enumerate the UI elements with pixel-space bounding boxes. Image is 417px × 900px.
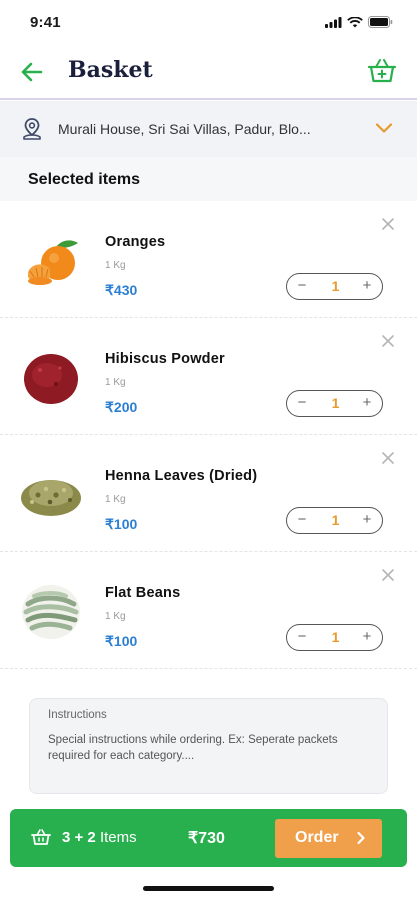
signal-icon	[325, 16, 342, 28]
item-name: Henna Leaves (Dried)	[105, 468, 258, 484]
quantity-stepper: − 1 +	[286, 273, 383, 300]
quantity-value: 1	[331, 395, 340, 411]
orange-image	[28, 240, 78, 285]
quantity-stepper: − 1 +	[286, 390, 383, 417]
increase-button[interactable]: +	[352, 508, 382, 533]
address-selector[interactable]: Murali House, Sri Sai Villas, Padur, Blo…	[0, 101, 417, 157]
item-unit: 1 Kg	[105, 494, 126, 505]
decrease-button[interactable]: −	[287, 391, 317, 416]
close-icon[interactable]	[381, 334, 395, 348]
quantity-value: 1	[331, 629, 340, 645]
section-title: Selected items	[28, 171, 141, 188]
decrease-button[interactable]: −	[287, 508, 317, 533]
item-price: ₹100	[105, 633, 138, 649]
close-icon[interactable]	[381, 217, 395, 231]
quantity-value: 1	[331, 278, 340, 294]
decrease-button[interactable]: −	[287, 625, 317, 650]
quantity-value: 1	[331, 512, 340, 528]
basket-item: Henna Leaves (Dried) 1 Kg ₹100 − 1 +	[0, 435, 417, 552]
increase-button[interactable]: +	[352, 625, 382, 650]
basket-item: Oranges 1 Kg ₹430 − 1 +	[0, 201, 417, 318]
page-title: Basket	[68, 57, 153, 83]
wifi-icon	[347, 16, 363, 27]
close-icon[interactable]	[381, 568, 395, 582]
instructions-field[interactable]: Instructions Special instructions while …	[29, 698, 388, 794]
henna-leaves-image	[21, 480, 81, 516]
quantity-stepper: − 1 +	[286, 624, 383, 651]
status-bar: 9:41	[0, 0, 417, 44]
item-name: Flat Beans	[105, 585, 181, 601]
item-unit: 1 Kg	[105, 260, 126, 271]
order-button-label: Order	[295, 829, 339, 846]
home-indicator	[143, 886, 274, 891]
increase-button[interactable]: +	[352, 391, 382, 416]
order-bar: 3 + 2 Items ₹730 Order	[10, 809, 407, 867]
back-arrow-icon	[21, 62, 43, 82]
basket-button[interactable]	[367, 56, 397, 86]
item-price: ₹200	[105, 399, 138, 415]
header: Basket	[0, 44, 417, 100]
instructions-placeholder: Special instructions while ordering. Ex:…	[48, 734, 338, 762]
instructions-label: Instructions	[48, 709, 107, 721]
close-icon[interactable]	[381, 451, 395, 465]
location-pin-icon	[23, 118, 41, 140]
decrease-button[interactable]: −	[287, 274, 317, 299]
address-text: Murali House, Sri Sai Villas, Padur, Blo…	[58, 121, 311, 137]
item-name: Oranges	[105, 234, 166, 250]
hibiscus-powder-image	[24, 354, 78, 404]
item-count: 3 + 2 Items	[62, 829, 137, 846]
item-count-value: 3 + 2	[62, 829, 96, 846]
increase-button[interactable]: +	[352, 274, 382, 299]
item-price: ₹100	[105, 516, 138, 532]
item-name: Hibiscus Powder	[105, 351, 225, 367]
battery-icon	[368, 16, 393, 28]
back-button[interactable]	[18, 58, 46, 86]
basket-add-icon	[367, 59, 397, 83]
item-unit: 1 Kg	[105, 611, 126, 622]
flat-beans-image	[22, 585, 80, 639]
basket-item-list: Oranges 1 Kg ₹430 − 1 + Hibiscus Powder …	[0, 201, 417, 669]
cart-icon	[31, 829, 51, 845]
section-header: Selected items	[0, 157, 417, 201]
quantity-stepper: − 1 +	[286, 507, 383, 534]
order-button[interactable]: Order	[275, 819, 382, 858]
item-count-suffix: Items	[99, 829, 137, 846]
status-time: 9:41	[30, 14, 61, 31]
chevron-down-icon[interactable]	[375, 121, 393, 135]
order-total: ₹730	[188, 830, 225, 847]
status-icons	[325, 16, 393, 28]
basket-item: Hibiscus Powder 1 Kg ₹200 − 1 +	[0, 318, 417, 435]
item-price: ₹430	[105, 282, 138, 298]
chevron-right-icon	[357, 831, 365, 845]
basket-item: Flat Beans 1 Kg ₹100 − 1 +	[0, 552, 417, 669]
item-unit: 1 Kg	[105, 377, 126, 388]
